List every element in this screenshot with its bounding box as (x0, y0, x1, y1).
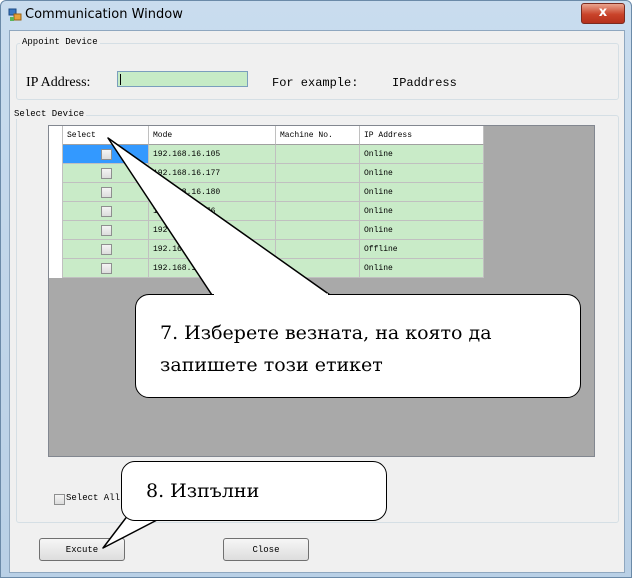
row-header-cell (49, 221, 63, 240)
row-header-cell (49, 202, 63, 221)
window-title: Communication Window (25, 7, 183, 22)
column-header-select[interactable]: Select (63, 126, 149, 145)
machine-no-cell (276, 202, 360, 221)
row-checkbox[interactable] (100, 149, 112, 160)
machine-no-cell (276, 183, 360, 202)
select-cell[interactable] (63, 221, 149, 240)
table-row[interactable]: 192.16 Offline (49, 240, 484, 259)
row-checkbox[interactable] (100, 263, 112, 274)
ip-address-cell: Online (360, 145, 484, 164)
ip-address-cell: Online (360, 164, 484, 183)
callout-step-7-line-1: 7. Изберете везната, на която да (160, 322, 492, 344)
ip-address-cell: Online (360, 221, 484, 240)
machine-no-cell (276, 221, 360, 240)
column-header-ip-address[interactable]: IP Address (360, 126, 484, 145)
column-header-machine-no[interactable]: Machine No. (276, 126, 360, 145)
appoint-device-title: Appoint Device (20, 37, 100, 47)
column-header-mode[interactable]: Mode (149, 126, 276, 145)
mode-cell: 192.168.16.177 (149, 164, 276, 183)
ip-address-input[interactable] (117, 71, 248, 87)
select-cell[interactable] (63, 183, 149, 202)
table-row[interactable]: 192.168.1 Online (49, 259, 484, 278)
select-cell[interactable] (63, 240, 149, 259)
row-header-cell (49, 259, 63, 278)
mode-cell: 192.168.16.105 (149, 145, 276, 164)
table-row[interactable]: 192.168.16.105 Online (49, 145, 484, 164)
row-checkbox[interactable] (100, 168, 112, 179)
select-cell[interactable] (63, 202, 149, 221)
callout-step-7-line-2: запишете този етикет (160, 354, 383, 376)
select-cell[interactable] (63, 164, 149, 183)
execute-button[interactable]: Excute (39, 538, 125, 561)
row-checkbox[interactable] (100, 244, 112, 255)
mode-cell: 192.168.16.76 (149, 202, 276, 221)
text-caret (120, 74, 121, 85)
select-cell[interactable] (63, 145, 149, 164)
select-device-title: Select Device (12, 109, 87, 119)
mode-cell: 192.1 (149, 221, 276, 240)
row-header-cell (49, 240, 63, 259)
callout-step-8: 8. Изпълни (121, 461, 387, 521)
table-row[interactable]: 192.168.16.177 Online (49, 164, 484, 183)
title-bar[interactable]: Communication Window x (1, 1, 631, 29)
row-header-cell (49, 183, 63, 202)
grid-header-row: Select Mode Machine No. IP Address (49, 126, 484, 145)
ip-address-cell: Online (360, 202, 484, 221)
table-row[interactable]: 192.1 Online (49, 221, 484, 240)
ip-address-cell: Online (360, 183, 484, 202)
select-cell[interactable] (63, 259, 149, 278)
machine-no-cell (276, 259, 360, 278)
close-button[interactable]: Close (223, 538, 309, 561)
ip-address-label: IP Address: (26, 75, 91, 90)
mode-cell: 192.168.16.180 (149, 183, 276, 202)
example-value: IPaddress (392, 76, 457, 90)
machine-no-cell (276, 164, 360, 183)
row-header-cell (49, 126, 63, 145)
table-row[interactable]: 192.168.16.76 Online (49, 202, 484, 221)
table-row[interactable]: 192.168.16.180 Online (49, 183, 484, 202)
row-checkbox[interactable] (100, 206, 112, 217)
row-header-cell (49, 164, 63, 183)
row-header-cell (49, 145, 63, 164)
row-checkbox[interactable] (100, 225, 112, 236)
ip-address-cell: Online (360, 259, 484, 278)
device-grid[interactable]: Select Mode Machine No. IP Address 192.1… (48, 125, 595, 457)
machine-no-cell (276, 240, 360, 259)
mode-cell: 192.168.1 (149, 259, 276, 278)
example-label: For example: (272, 76, 359, 90)
appoint-device-group (16, 43, 619, 100)
row-checkbox[interactable] (100, 187, 112, 198)
select-all-checkbox[interactable] (54, 494, 65, 505)
mode-cell: 192.16 (149, 240, 276, 259)
close-window-button[interactable]: x (581, 3, 625, 24)
select-all-label[interactable]: Select All (66, 493, 120, 503)
machine-no-cell (276, 145, 360, 164)
callout-step-7: 7. Изберете везната, на която да запишет… (135, 294, 581, 398)
app-icon (8, 8, 22, 21)
ip-address-cell: Offline (360, 240, 484, 259)
